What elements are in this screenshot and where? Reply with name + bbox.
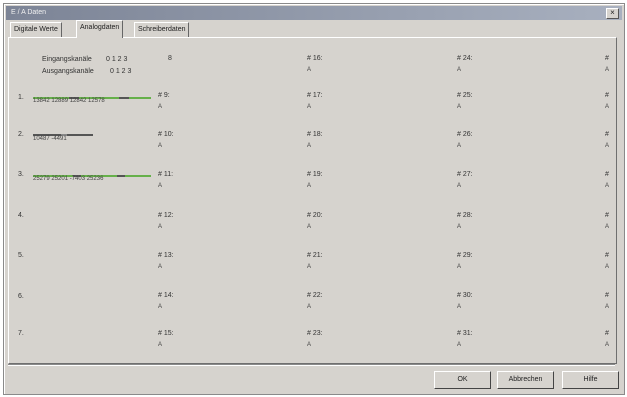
channel-10-label: # 10:: [158, 131, 174, 138]
help-button[interactable]: Hilfe: [562, 371, 619, 389]
channel-17-label: # 17:: [307, 92, 323, 99]
channel-24-value: A: [457, 67, 462, 73]
tab-digital-values[interactable]: Digitale Werte: [10, 22, 62, 37]
channel-9-value: A: [158, 104, 163, 110]
channel-28-value: A: [457, 224, 462, 230]
close-icon[interactable]: ×: [606, 8, 619, 19]
row-label-7: 7.: [18, 330, 24, 337]
channel-27-value: A: [457, 183, 462, 189]
channel-col4-label: #: [605, 171, 609, 178]
channel-23-label: # 23:: [307, 330, 323, 337]
channel-27-label: # 27:: [457, 171, 473, 178]
channel-col4-value: A: [605, 304, 610, 310]
channel-22-label: # 22:: [307, 292, 323, 299]
channel-9-label: # 9:: [158, 92, 170, 99]
ok-button[interactable]: OK: [434, 371, 491, 389]
channel-col4-value: A: [605, 143, 610, 149]
channel-18-value: A: [307, 143, 312, 149]
channel-25-value: A: [457, 104, 462, 110]
row-label-6: 6.: [18, 293, 24, 300]
channel-20-value: A: [307, 224, 312, 230]
channel-col4-label: #: [605, 131, 609, 138]
channel-12-value: A: [158, 224, 163, 230]
channel-12-label: # 12:: [158, 212, 174, 219]
channel-18-label: # 18:: [307, 131, 323, 138]
channel-28-label: # 28:: [457, 212, 473, 219]
channel-30-value: A: [457, 304, 462, 310]
output-channels-values: 0 1 2 3: [110, 68, 132, 75]
row-label-1: 1.: [18, 94, 24, 101]
analog-bar-2: [33, 131, 93, 136]
channel-25-label: # 25:: [457, 92, 473, 99]
separator: [8, 364, 615, 366]
window-title: E / A Daten: [11, 9, 47, 16]
row-label-2: 2.: [18, 131, 24, 138]
tab-recorder-data[interactable]: Schreiberdaten: [134, 22, 190, 37]
channel-10-value: A: [158, 143, 163, 149]
channel-29-value: A: [457, 264, 462, 270]
channel-col4-value: A: [605, 183, 610, 189]
channel-col4-label: #: [605, 55, 609, 62]
channel-14-label: # 14:: [158, 292, 174, 299]
channel-13-label: # 13:: [158, 252, 174, 259]
input-channels-values: 0 1 2 3: [106, 56, 128, 63]
channel-col4-label: #: [605, 92, 609, 99]
analog-bar-3: [33, 172, 151, 177]
channel-col4-value: A: [605, 224, 610, 230]
channel-16-label: # 16:: [307, 55, 323, 62]
channel-11-value: A: [158, 183, 163, 189]
channel-26-value: A: [457, 143, 462, 149]
channel-20-label: # 20:: [307, 212, 323, 219]
channel-col4-value: A: [605, 67, 610, 73]
tab-panel: [8, 37, 617, 364]
channel-16-value: A: [307, 67, 312, 73]
channel-col4-label: #: [605, 212, 609, 219]
channel-19-label: # 19:: [307, 171, 323, 178]
row-label-4: 4.: [18, 212, 24, 219]
channel-col4-label: #: [605, 292, 609, 299]
cancel-button[interactable]: Abbrechen: [497, 371, 554, 389]
top-marker: 8: [168, 55, 172, 62]
channel-col4-value: A: [605, 264, 610, 270]
row-values-2: 10487 -4491: [33, 136, 67, 142]
channel-col4-value: A: [605, 104, 610, 110]
analog-bar-1: [33, 94, 151, 99]
channel-21-label: # 21:: [307, 252, 323, 259]
channel-15-label: # 15:: [158, 330, 174, 337]
channel-21-value: A: [307, 264, 312, 270]
channel-11-label: # 11:: [158, 171, 174, 178]
channel-col4-label: #: [605, 252, 609, 259]
channel-24-label: # 24:: [457, 55, 473, 62]
input-channels-label: Eingangskanäle: [42, 56, 92, 63]
channel-30-label: # 30:: [457, 292, 473, 299]
channel-14-value: A: [158, 304, 163, 310]
tab-analog-data[interactable]: Analogdaten: [76, 20, 124, 38]
channel-15-value: A: [158, 342, 163, 348]
output-channels-label: Ausgangskanäle: [42, 68, 94, 75]
channel-col4-value: A: [605, 342, 610, 348]
channel-26-label: # 26:: [457, 131, 473, 138]
row-values-1: 13842 12889 12842 12578: [33, 98, 105, 104]
row-label-5: 5.: [18, 252, 24, 259]
row-label-3: 3.: [18, 171, 24, 178]
channel-31-value: A: [457, 342, 462, 348]
channel-col4-label: #: [605, 330, 609, 337]
row-values-3: 25279 25201 -7403 25236: [33, 176, 104, 182]
channel-22-value: A: [307, 304, 312, 310]
channel-17-value: A: [307, 104, 312, 110]
channel-13-value: A: [158, 264, 163, 270]
channel-29-label: # 29:: [457, 252, 473, 259]
channel-19-value: A: [307, 183, 312, 189]
channel-31-label: # 31:: [457, 330, 473, 337]
channel-23-value: A: [307, 342, 312, 348]
title-bar[interactable]: E / A Daten ×: [6, 6, 622, 20]
